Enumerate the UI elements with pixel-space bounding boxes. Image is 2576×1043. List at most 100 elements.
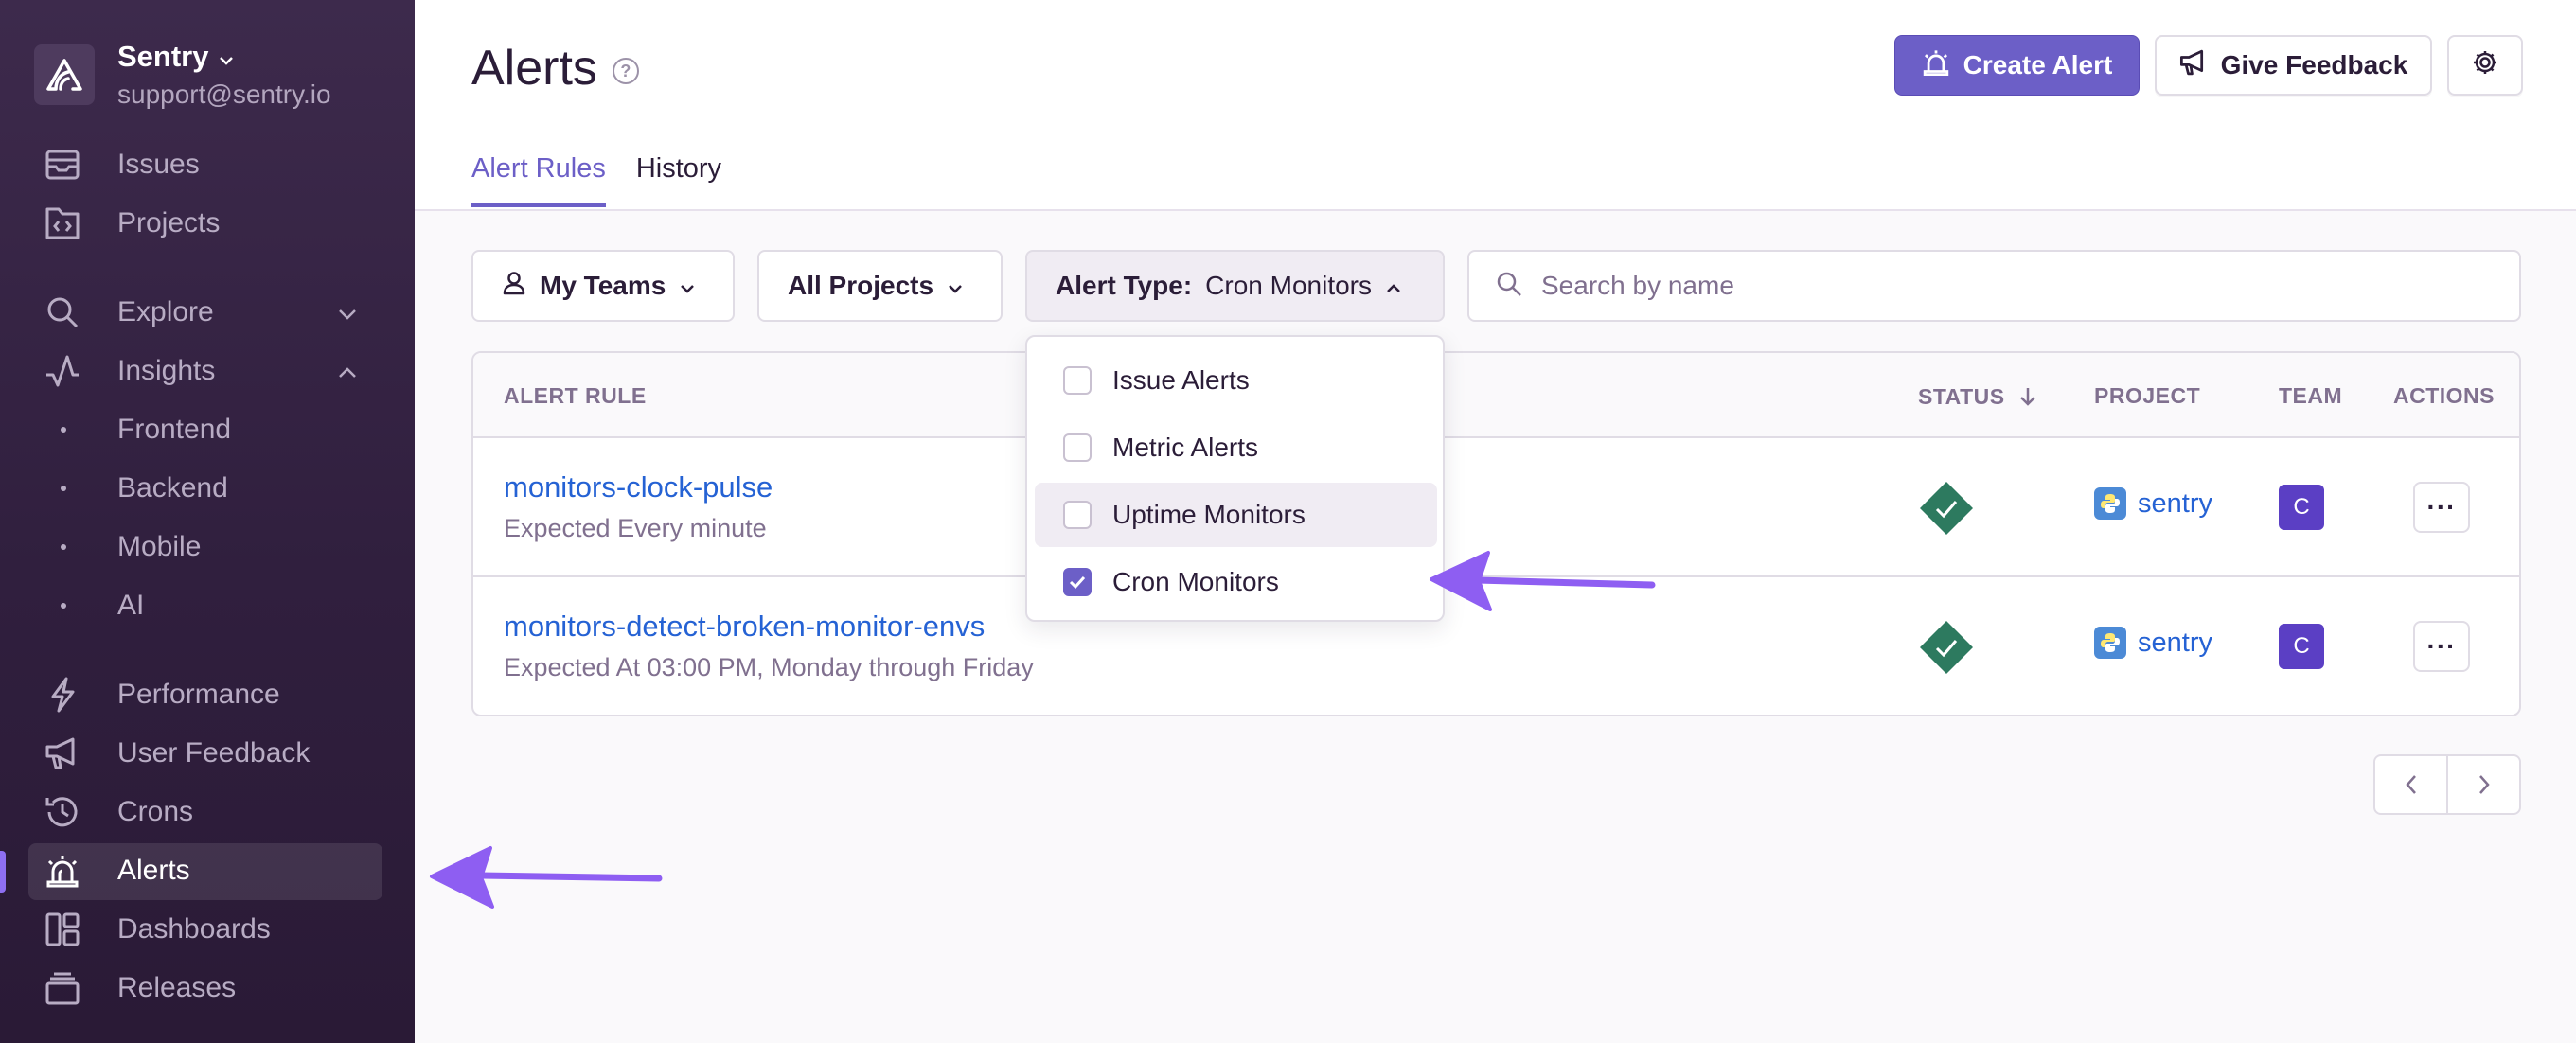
my-teams-filter[interactable]: My Teams <box>471 250 735 322</box>
dashboard-icon <box>44 910 81 948</box>
sidebar-subitem-ai[interactable]: AI <box>61 582 144 629</box>
project-link[interactable]: sentry <box>2094 487 2212 520</box>
alert-rule-schedule: Expected At 03:00 PM, Monday through Fri… <box>504 653 1034 681</box>
row-actions-button[interactable]: ··· <box>2413 621 2470 672</box>
tab-alert-rules[interactable]: Alert Rules <box>471 153 606 207</box>
sidebar-item-label: Releases <box>117 972 237 1003</box>
sidebar-item-issues[interactable]: Issues <box>44 137 200 192</box>
sidebar-item-label: User Feedback <box>117 737 311 769</box>
code-icon <box>44 204 81 242</box>
search-field[interactable] <box>1467 250 2521 322</box>
checkmark-icon <box>1069 575 1086 590</box>
chevron-down-icon <box>218 40 235 74</box>
sentry-logo-icon <box>34 44 95 105</box>
sidebar-subitem-backend[interactable]: Backend <box>61 465 228 512</box>
team-avatar: C <box>2279 485 2324 530</box>
alert-rule-link[interactable]: monitors-clock-pulse <box>504 470 773 504</box>
org-email: support@sentry.io <box>117 80 331 109</box>
settings-button[interactable] <box>2447 35 2523 96</box>
create-alert-button[interactable]: Create Alert <box>1894 35 2140 96</box>
tab-history[interactable]: History <box>636 153 721 207</box>
all-projects-filter[interactable]: All Projects <box>757 250 1003 322</box>
sidebar-item-projects[interactable]: Projects <box>44 196 220 251</box>
chevron-down-icon <box>947 271 964 301</box>
status-ok-icon <box>1920 621 1973 674</box>
chevron-down-icon <box>337 296 358 328</box>
megaphone-icon <box>44 734 81 772</box>
sidebar-item-alerts[interactable]: Alerts <box>44 843 190 898</box>
org-switcher[interactable]: Sentry support@sentry.io <box>34 40 331 110</box>
sidebar-item-user-feedback[interactable]: User Feedback <box>44 726 310 781</box>
column-header-actions: ACTIONS <box>2393 383 2495 408</box>
sidebar-item-label: Explore <box>117 296 214 327</box>
header-divider <box>415 209 2576 211</box>
sidebar-item-label: Dashboards <box>117 913 271 945</box>
sidebar-item-label: Issues <box>117 149 200 180</box>
siren-icon <box>1922 48 1950 83</box>
checkbox[interactable] <box>1063 501 1092 529</box>
alert-type-dropdown-menu: Issue Alerts Metric Alerts Uptime Monito… <box>1025 335 1445 622</box>
search-icon <box>1496 271 1522 302</box>
sidebar-item-explore[interactable]: Explore <box>44 285 356 340</box>
previous-page-button[interactable] <box>2375 756 2448 813</box>
sidebar-item-performance[interactable]: Performance <box>44 667 280 722</box>
search-icon <box>44 293 81 331</box>
alert-rules-table: ALERT RULE STATUS PROJECT TEAM ACTIONS m… <box>471 351 2521 716</box>
sidebar-item-dashboards[interactable]: Dashboards <box>44 902 271 957</box>
checkbox[interactable] <box>1063 433 1092 462</box>
sidebar-subitem-mobile[interactable]: Mobile <box>61 523 201 571</box>
column-header-project: PROJECT <box>2094 383 2201 408</box>
option-issue-alerts[interactable]: Issue Alerts <box>1035 348 1437 413</box>
chevron-up-icon <box>337 355 358 387</box>
table-header: ALERT RULE STATUS PROJECT TEAM ACTIONS <box>473 353 2519 438</box>
sidebar-item-releases[interactable]: Releases <box>44 961 236 1016</box>
table-row: monitors-clock-pulse Expected Every minu… <box>473 438 2519 577</box>
sidebar-item-label: Projects <box>117 207 221 239</box>
option-cron-monitors[interactable]: Cron Monitors <box>1035 550 1437 614</box>
question-icon[interactable]: ? <box>612 58 639 84</box>
graph-icon <box>44 352 81 390</box>
option-metric-alerts[interactable]: Metric Alerts <box>1035 415 1437 480</box>
sidebar-item-label: Alerts <box>117 855 190 886</box>
alert-rule-schedule: Expected Every minute <box>504 514 767 542</box>
column-header-alert-rule: ALERT RULE <box>504 383 647 408</box>
project-link[interactable]: sentry <box>2094 627 2212 659</box>
sidebar-item-crons[interactable]: Crons <box>44 785 193 840</box>
give-feedback-button[interactable]: Give Feedback <box>2155 35 2432 96</box>
timer-icon <box>44 793 81 831</box>
next-page-button[interactable] <box>2448 756 2519 813</box>
sidebar-item-label: Crons <box>117 796 194 827</box>
org-name: Sentry <box>117 40 209 73</box>
checkbox-checked[interactable] <box>1063 568 1092 596</box>
siren-icon <box>44 852 81 890</box>
chevron-right-icon <box>2478 775 2490 794</box>
sidebar-item-label: Performance <box>117 679 280 710</box>
team-avatar: C <box>2279 624 2324 669</box>
user-icon <box>502 271 526 302</box>
row-actions-button[interactable]: ··· <box>2413 482 2470 533</box>
releases-icon <box>44 969 81 1007</box>
sidebar-subitem-frontend[interactable]: Frontend <box>61 406 231 453</box>
column-header-status[interactable]: STATUS <box>1918 383 2037 410</box>
table-row: monitors-detect-broken-monitor-envs Expe… <box>473 577 2519 715</box>
sidebar: Sentry support@sentry.io Issues Projects… <box>0 0 415 1043</box>
search-input[interactable] <box>1541 271 2393 301</box>
tab-bar: Alert Rules History <box>471 153 721 207</box>
python-icon <box>2094 487 2126 520</box>
lightning-icon <box>44 676 81 714</box>
megaphone-icon <box>2179 48 2208 83</box>
checkbox[interactable] <box>1063 366 1092 395</box>
sidebar-item-insights[interactable]: Insights <box>44 344 356 398</box>
sidebar-active-indicator <box>0 851 6 893</box>
inbox-icon <box>44 146 81 184</box>
chevron-up-icon <box>1385 271 1402 301</box>
status-ok-icon <box>1920 482 1973 535</box>
sidebar-item-label: Insights <box>117 355 216 386</box>
chevron-left-icon <box>2405 775 2416 794</box>
gear-icon <box>2472 49 2498 82</box>
alert-rule-link[interactable]: monitors-detect-broken-monitor-envs <box>504 610 985 644</box>
python-icon <box>2094 627 2126 659</box>
alert-type-filter[interactable]: Alert Type: Cron Monitors <box>1025 250 1445 322</box>
option-uptime-monitors[interactable]: Uptime Monitors <box>1035 483 1437 547</box>
pagination <box>2373 754 2521 815</box>
